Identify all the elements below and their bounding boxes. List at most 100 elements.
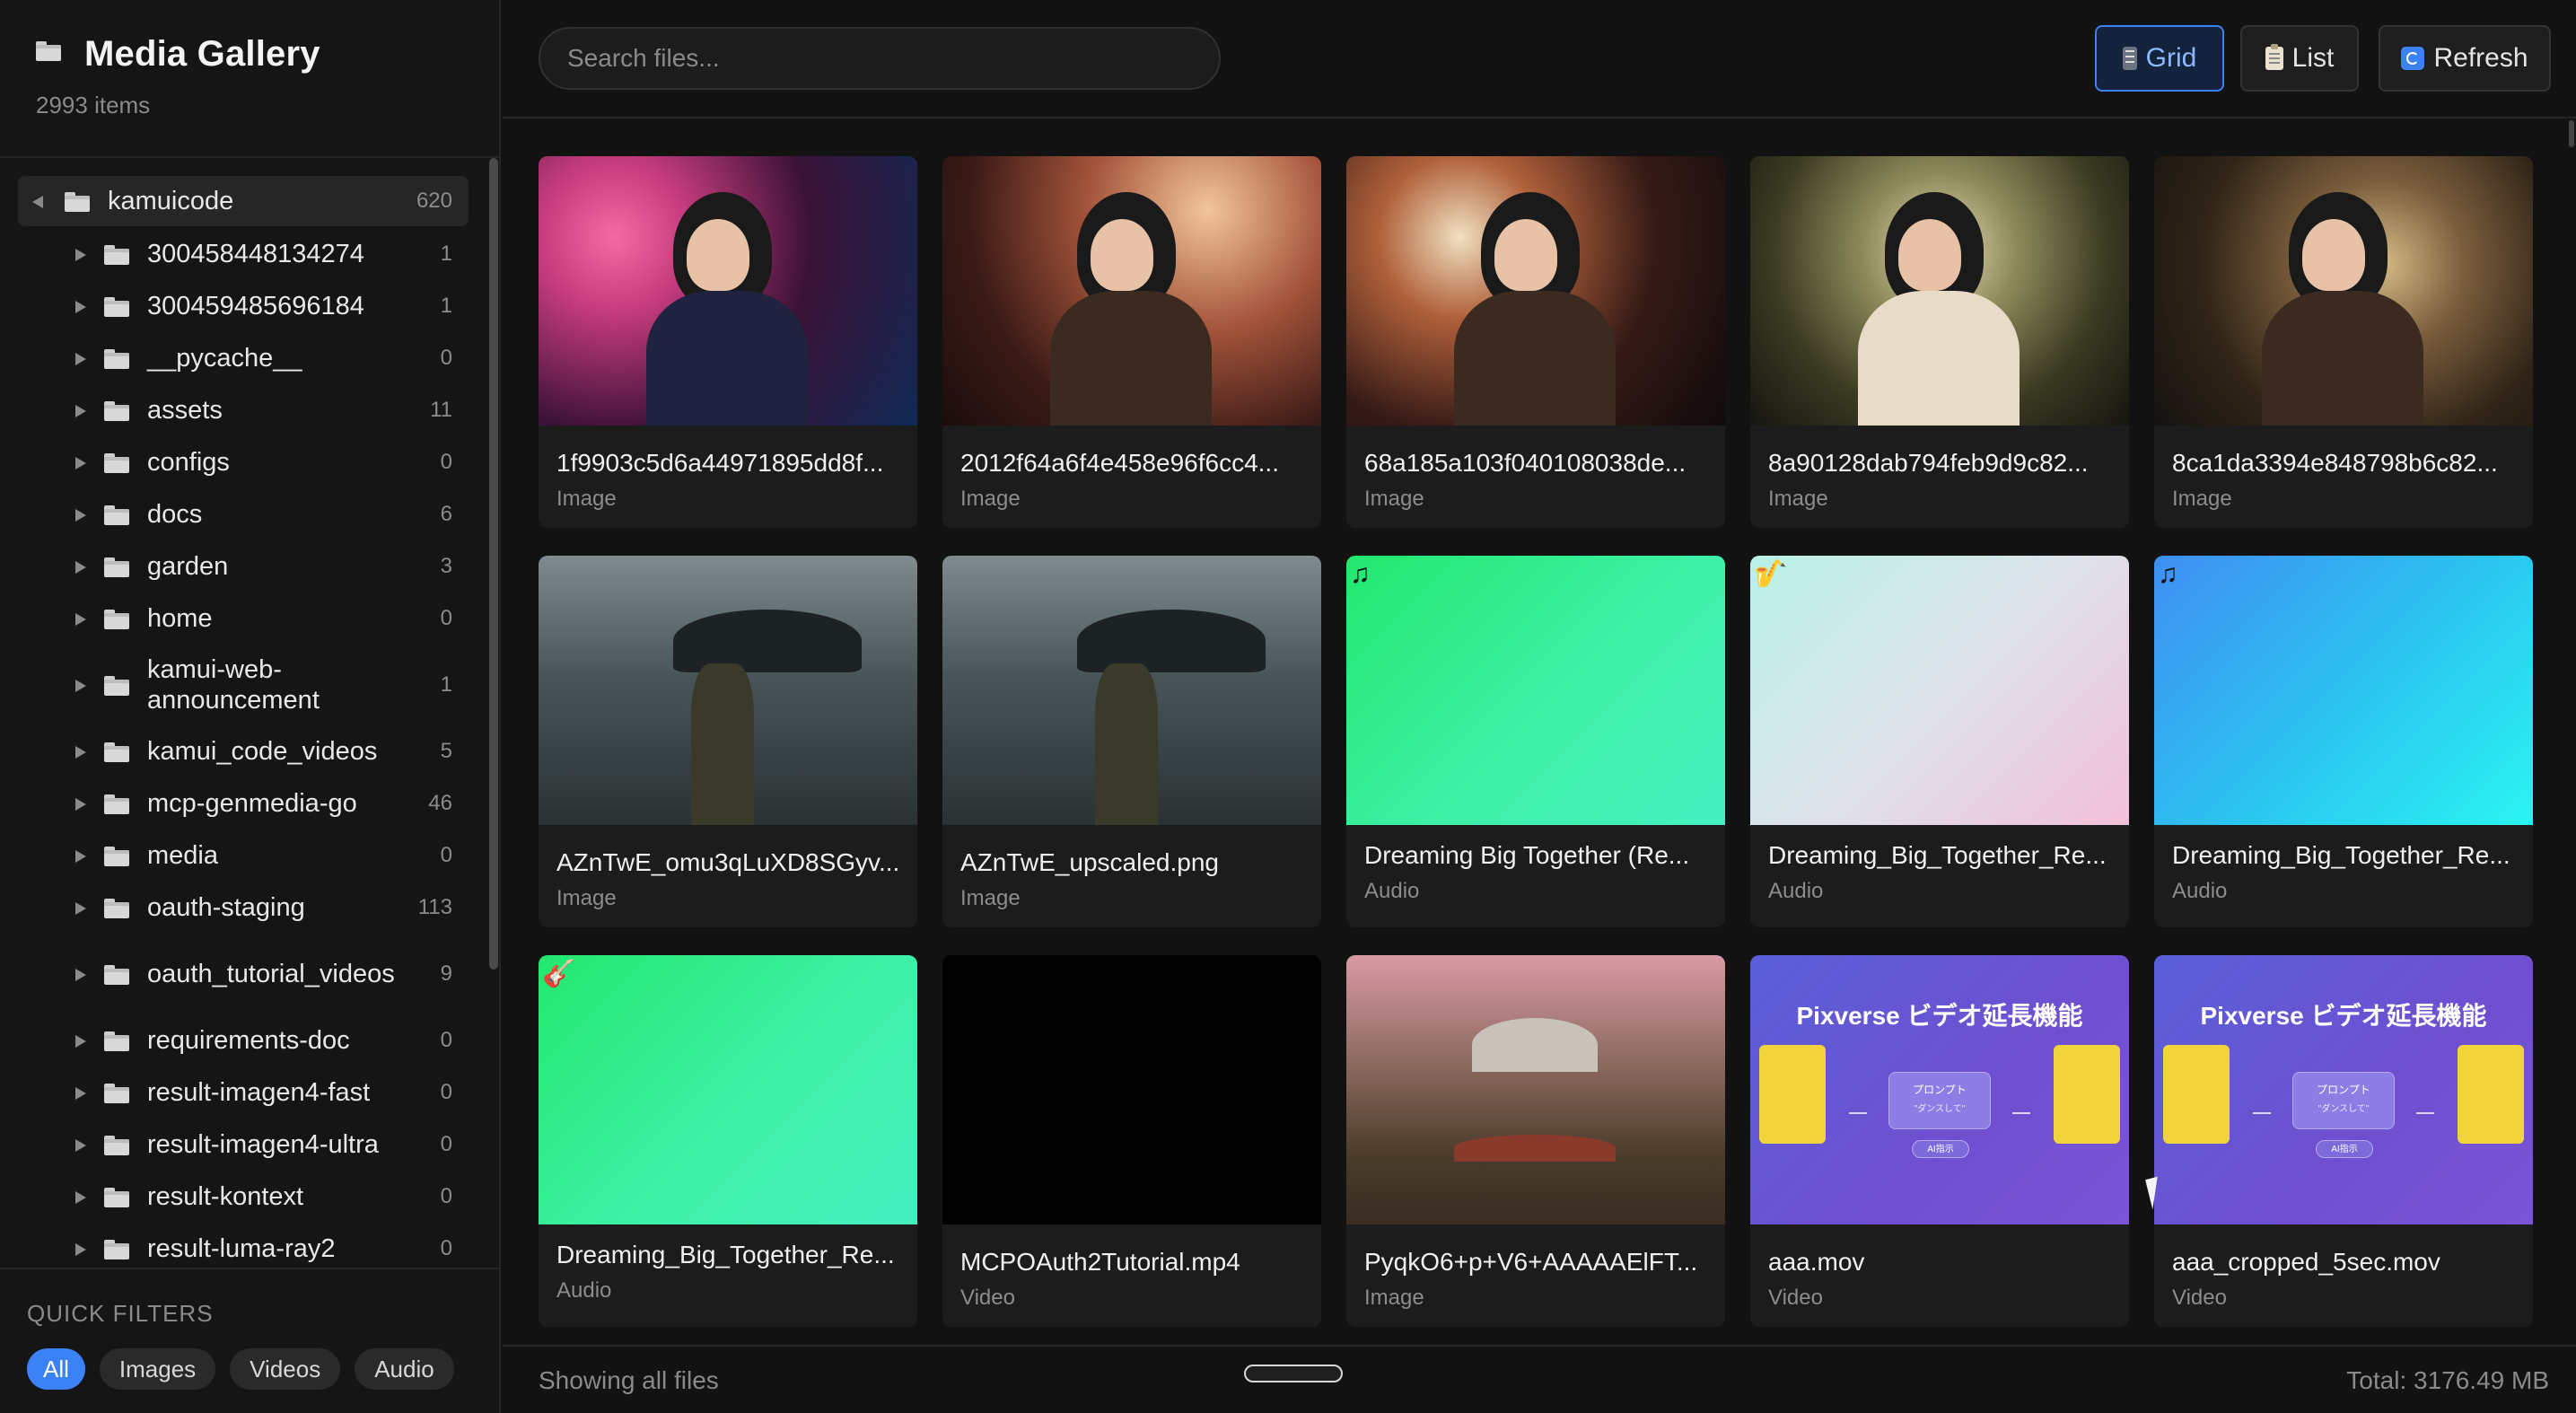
refresh-button[interactable]: Refresh (2379, 25, 2551, 92)
tree-folder[interactable]: kamui-web-announcement 1 (18, 645, 469, 725)
media-thumbnail[interactable]: Pixverse ビデオ延長機能 プロンプト "ダンスして" AI指示 (1750, 955, 2129, 1224)
filter-chip-videos[interactable]: Videos (230, 1348, 341, 1390)
tree-folder[interactable]: kamui_code_videos 5 (18, 725, 469, 777)
caret-right-icon[interactable] (74, 248, 86, 261)
caret-right-icon[interactable] (74, 745, 86, 759)
figure-shape (673, 610, 862, 672)
media-card[interactable]: 1f9903c5d6a44971895dd8f... Image (539, 156, 917, 528)
arrow-right-icon (2253, 1112, 2271, 1114)
scrollbar-thumb[interactable] (489, 158, 498, 970)
folder-icon (104, 845, 129, 866)
search-input[interactable] (539, 27, 1221, 90)
media-thumbnail[interactable] (942, 955, 1321, 1224)
tree-folder[interactable]: docs 6 (18, 488, 469, 540)
file-name: MCPOAuth2Tutorial.mp4 (960, 1248, 1240, 1276)
folder-icon (104, 1238, 129, 1259)
tree-folder[interactable]: assets 11 (18, 384, 469, 436)
media-card[interactable]: 🎸 Dreaming_Big_Together_Re... Audio (539, 955, 917, 1327)
media-card[interactable]: PyqkO6+p+V6+AAAAAElFT... Image (1346, 955, 1725, 1327)
media-card[interactable]: ♫ Dreaming_Big_Together_Re... Audio (2154, 556, 2533, 927)
media-thumbnail[interactable]: ♫ (1346, 556, 1725, 825)
caret-right-icon[interactable] (74, 560, 86, 574)
media-thumbnail[interactable]: 🎸 (539, 955, 917, 1224)
filter-chip-audio[interactable]: Audio (355, 1348, 454, 1390)
caret-right-icon[interactable] (74, 1034, 86, 1048)
caret-right-icon[interactable] (74, 679, 86, 692)
caret-right-icon[interactable] (74, 352, 86, 365)
filter-chip-images[interactable]: Images (99, 1348, 216, 1390)
media-card[interactable]: 🎷 Dreaming_Big_Together_Re... Audio (1750, 556, 2129, 927)
folder-icon (104, 608, 129, 629)
caret-right-icon[interactable] (74, 797, 86, 811)
tree-folder[interactable]: result-luma-ray2 0 (18, 1223, 469, 1268)
file-name: AZnTwE_omu3qLuXD8SGyv... (556, 848, 900, 876)
media-card[interactable]: 2012f64a6f4e458e96f6cc4... Image (942, 156, 1321, 528)
tree-folder[interactable]: garden 3 (18, 540, 469, 592)
caret-right-icon[interactable] (74, 456, 86, 470)
sidebar-scrollbar[interactable] (486, 158, 499, 1268)
folder-tree: kamuicode 620 300458448134274 1 3004594856… (18, 176, 469, 1268)
folder-count: 620 (416, 189, 452, 213)
caret-right-icon[interactable] (74, 612, 86, 626)
caret-right-icon[interactable] (74, 300, 86, 313)
tree-folder[interactable]: oauth-staging 113 (18, 882, 469, 934)
scrollbar-thumb[interactable] (2569, 120, 2574, 147)
caret-down-icon[interactable] (32, 195, 45, 207)
tree-folder[interactable]: mcp-genmedia-go 46 (18, 777, 469, 829)
arrow-right-icon (2012, 1112, 2030, 1114)
figure-shape (1858, 291, 2020, 426)
media-card[interactable]: ♫ Dreaming Big Together (Re... Audio (1346, 556, 1725, 927)
filter-chip-all[interactable]: All (27, 1348, 85, 1390)
tree-folder[interactable]: 300459485696184 1 (18, 280, 469, 332)
media-thumbnail[interactable]: ♫ (2154, 556, 2533, 825)
caret-right-icon[interactable] (74, 1086, 86, 1100)
media-thumbnail[interactable]: Pixverse ビデオ延長機能 プロンプト "ダンスして" AI指示 (2154, 955, 2533, 1224)
grid-view-button[interactable]: Grid (2095, 25, 2224, 92)
media-card[interactable]: AZnTwE_omu3qLuXD8SGyv... Image (539, 556, 917, 927)
media-card[interactable]: 68a185a103f040108038de... Image (1346, 156, 1725, 528)
caret-right-icon[interactable] (74, 849, 86, 863)
caret-right-icon[interactable] (74, 508, 86, 522)
grid-scrollbar[interactable] (2567, 120, 2576, 1343)
tree-root-kamuicode[interactable]: kamuicode 620 (18, 176, 469, 226)
tree-folder[interactable]: result-imagen4-fast 0 (18, 1066, 469, 1119)
refresh-label: Refresh (2433, 43, 2528, 73)
caret-right-icon[interactable] (74, 1138, 86, 1152)
list-view-button[interactable]: List (2240, 25, 2359, 92)
horizontal-scroll-handle[interactable] (1244, 1365, 1343, 1382)
media-thumbnail[interactable] (1750, 156, 2129, 426)
tree-folder[interactable]: media 0 (18, 829, 469, 882)
file-type: Image (1768, 487, 1828, 511)
caret-right-icon[interactable] (74, 1190, 86, 1204)
media-card[interactable]: Pixverse ビデオ延長機能 プロンプト "ダンスして" AI指示 aaa.mov V… (1750, 955, 2129, 1327)
media-thumbnail[interactable] (942, 156, 1321, 426)
tree-folder[interactable]: result-imagen4-ultra 0 (18, 1119, 469, 1171)
caret-right-icon[interactable] (74, 901, 86, 915)
media-card[interactable]: 8ca1da3394e848798b6c82... Image (2154, 156, 2533, 528)
tree-folder[interactable]: 300458448134274 1 (18, 228, 469, 280)
file-name: Dreaming_Big_Together_Re... (1768, 841, 2107, 869)
caret-right-icon[interactable] (74, 968, 86, 981)
media-card[interactable]: AZnTwE_upscaled.png Image (942, 556, 1321, 927)
file-name: aaa_cropped_5sec.mov (2172, 1248, 2440, 1276)
caret-right-icon[interactable] (74, 1242, 86, 1256)
media-card[interactable]: Pixverse ビデオ延長機能 プロンプト "ダンスして" AI指示 aaa_crop… (2154, 955, 2533, 1327)
tree-folder[interactable]: result-kontext 0 (18, 1171, 469, 1223)
tree-folder[interactable]: home 0 (18, 592, 469, 645)
media-thumbnail[interactable] (1346, 156, 1725, 426)
caret-right-icon[interactable] (74, 404, 86, 417)
tree-folder[interactable]: requirements-doc 0 (18, 1014, 469, 1066)
tree-folder[interactable]: oauth_tutorial_videos 9 (18, 934, 469, 1014)
folder-count: 3 (440, 554, 452, 578)
folder-name: oauth-staging (147, 893, 305, 922)
media-card[interactable]: 8a90128dab794feb9d9c82... Image (1750, 156, 2129, 528)
media-card[interactable]: MCPOAuth2Tutorial.mp4 Video (942, 955, 1321, 1327)
tree-folder[interactable]: __pycache__ 0 (18, 332, 469, 384)
tree-folder[interactable]: configs 0 (18, 436, 469, 488)
media-thumbnail[interactable] (1346, 955, 1725, 1224)
media-thumbnail[interactable] (942, 556, 1321, 825)
media-thumbnail[interactable] (2154, 156, 2533, 426)
media-thumbnail[interactable]: 🎷 (1750, 556, 2129, 825)
media-thumbnail[interactable] (539, 556, 917, 825)
media-thumbnail[interactable] (539, 156, 917, 426)
